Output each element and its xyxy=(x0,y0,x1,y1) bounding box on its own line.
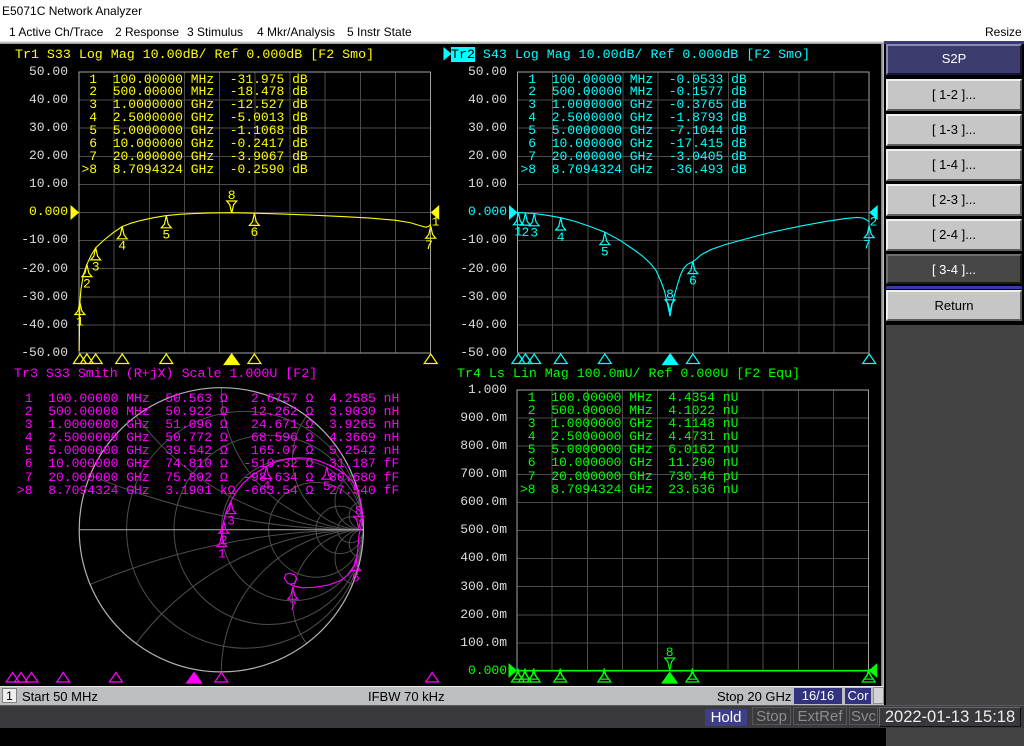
svg-text:2: 2 xyxy=(870,215,878,230)
svg-text:3: 3 xyxy=(530,226,538,241)
svg-text:6: 6 xyxy=(352,571,360,586)
svg-text:8: 8 xyxy=(666,645,674,660)
svg-text:8: 8 xyxy=(355,504,363,519)
svg-text:3: 3 xyxy=(92,260,100,275)
svg-text:7: 7 xyxy=(863,238,871,253)
svg-text:2: 2 xyxy=(83,276,91,291)
svg-text:7: 7 xyxy=(425,238,433,253)
svg-text:2: 2 xyxy=(220,533,228,548)
svg-text:5: 5 xyxy=(162,228,170,243)
svg-text:8: 8 xyxy=(228,188,236,203)
svg-text:6: 6 xyxy=(689,273,697,288)
svg-text:3: 3 xyxy=(227,514,235,529)
svg-text:8: 8 xyxy=(666,287,674,302)
svg-text:4: 4 xyxy=(557,230,565,245)
svg-text:6: 6 xyxy=(250,225,258,240)
svg-text:4: 4 xyxy=(118,239,126,254)
svg-text:7: 7 xyxy=(289,599,297,614)
svg-text:1: 1 xyxy=(218,547,226,562)
svg-text:5: 5 xyxy=(601,245,609,260)
svg-text:1: 1 xyxy=(76,314,84,329)
svg-text:2: 2 xyxy=(521,225,529,240)
